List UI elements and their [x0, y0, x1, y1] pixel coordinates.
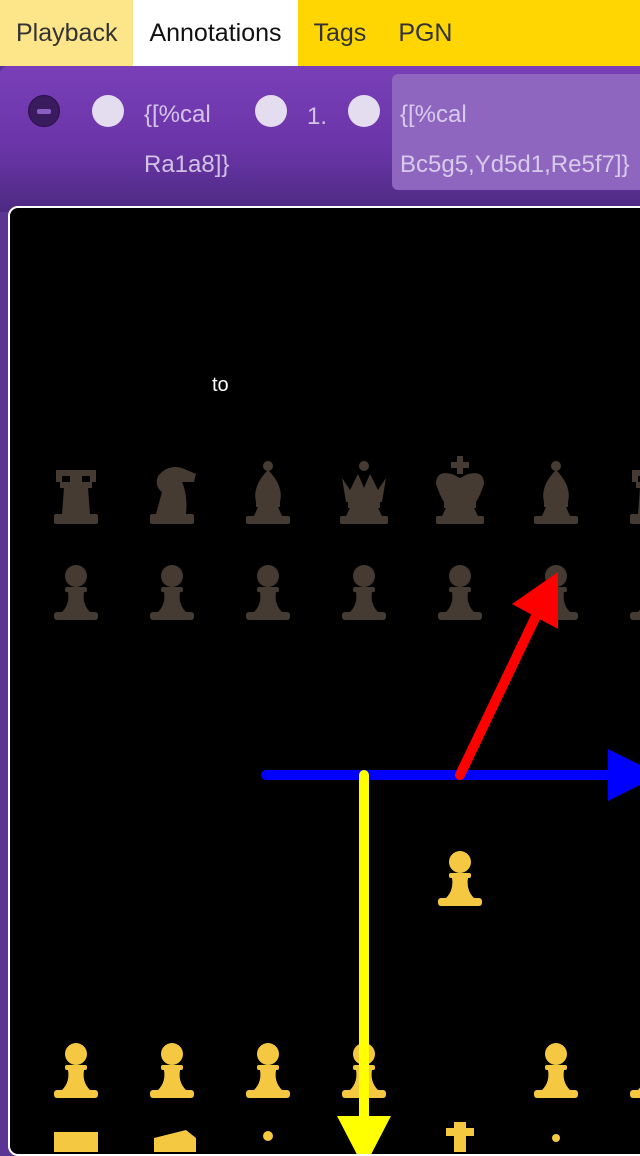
move-strip: {[%cal Ra1a8]} 1. {[%cal Bc5g5,Yd5d1,Re5… [0, 66, 640, 212]
white-pawn[interactable] [630, 1043, 640, 1098]
tab-tags[interactable]: Tags [298, 0, 383, 66]
black-knight[interactable] [150, 467, 196, 524]
board-layer [54, 456, 640, 1154]
white-pawn[interactable] [54, 1043, 98, 1098]
black-queen[interactable] [340, 461, 388, 524]
arrow-yellow-head [337, 1116, 391, 1154]
insert-point-circle[interactable] [92, 95, 124, 127]
comment-2-line-2: Bc5g5,Yd5d1,Re5f7]} [400, 151, 630, 178]
tab-annotations[interactable]: Annotations [133, 0, 298, 66]
black-pawn[interactable] [54, 565, 98, 620]
insert-point-circle[interactable] [255, 95, 287, 127]
white-pawn-e4[interactable] [438, 851, 482, 906]
tab-pgn[interactable]: PGN [382, 0, 468, 66]
black-rook[interactable] [630, 470, 640, 524]
white-pawn[interactable] [150, 1043, 194, 1098]
black-pawn[interactable] [438, 565, 482, 620]
white-pawn[interactable] [534, 1043, 578, 1098]
white-king-cross [446, 1128, 474, 1136]
chess-board[interactable]: to [8, 206, 640, 1156]
selected-comment[interactable]: {[%cal Bc5g5,Yd5d1,Re5f7]} [392, 74, 640, 190]
tab-bar: Playback Annotations Tags PGN [0, 0, 640, 66]
black-bishop[interactable] [246, 461, 290, 524]
black-rook[interactable] [54, 470, 98, 524]
comment-2-line-1: {[%cal [400, 101, 467, 128]
comment-1-line-1[interactable]: {[%cal [144, 90, 211, 140]
black-bishop[interactable] [534, 461, 578, 524]
insert-point-circle[interactable] [348, 95, 380, 127]
remove-icon[interactable] [28, 95, 60, 127]
white-pieces [54, 851, 640, 1152]
black-pawn[interactable] [150, 565, 194, 620]
arrow-blue-head [608, 749, 640, 801]
white-king[interactable] [454, 1122, 466, 1152]
white-knight[interactable] [154, 1130, 196, 1152]
black-pawn[interactable] [342, 565, 386, 620]
white-bishop[interactable] [552, 1134, 560, 1142]
black-king[interactable] [436, 456, 484, 524]
white-rook[interactable] [54, 1132, 98, 1152]
black-pawn[interactable] [246, 565, 290, 620]
move-number[interactable]: 1. [307, 103, 327, 131]
black-pawn[interactable] [630, 565, 640, 620]
tab-playback[interactable]: Playback [0, 0, 134, 66]
arrow-red [455, 609, 542, 780]
white-bishop[interactable] [263, 1131, 273, 1141]
comment-1-line-2[interactable]: Ra1a8]} [144, 140, 229, 190]
white-pawn[interactable] [246, 1043, 290, 1098]
